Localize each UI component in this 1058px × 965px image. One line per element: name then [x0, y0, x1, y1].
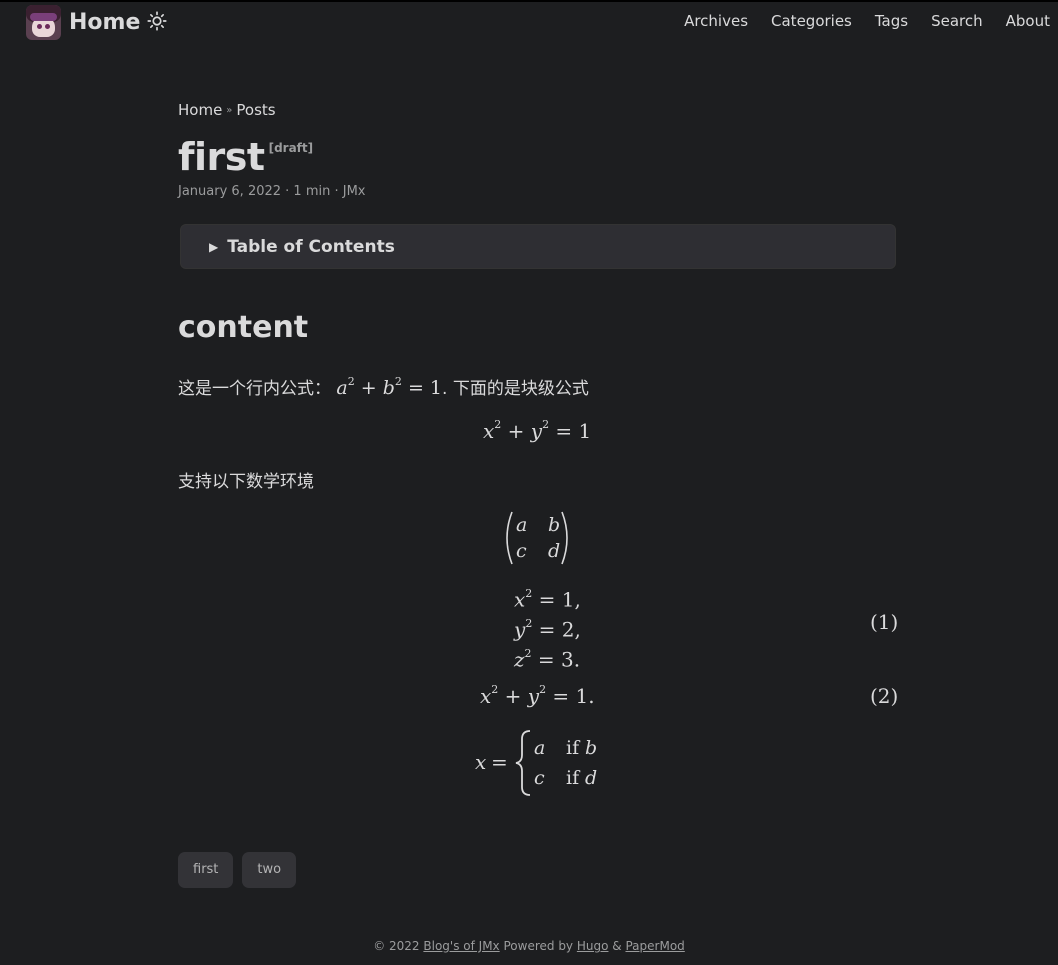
- content-heading: content: [178, 310, 309, 345]
- svg-text:b: b: [548, 514, 560, 536]
- svg-text:a: a: [516, 514, 527, 536]
- equation-number-1: (1): [870, 610, 899, 634]
- logo-text: Home: [69, 9, 141, 35]
- svg-text:=: =: [491, 750, 508, 774]
- site-footer: © 2022 Blog's of JMx Powered by Hugo & P…: [0, 939, 1058, 953]
- footer-copyright: © 2022: [373, 939, 420, 953]
- footer-blog-link[interactable]: Blog's of JMx: [423, 939, 499, 953]
- para1-prefix: 这是一个行内公式：: [178, 379, 331, 399]
- svg-text:d: d: [585, 767, 597, 789]
- breadcrumb-home[interactable]: Home: [178, 101, 222, 119]
- para1-suffix: . 下面的是块级公式: [442, 379, 589, 399]
- math-envs-paragraph: 支持以下数学环境: [178, 472, 314, 492]
- svg-text:if: if: [566, 737, 581, 759]
- post-title-text: first: [178, 135, 265, 179]
- inline-formula-paragraph: 这是一个行内公式： a2 + b2 = 1. 下面的是块级公式: [178, 374, 589, 399]
- svg-text:if: if: [566, 767, 581, 789]
- menu-item-categories[interactable]: Categories: [771, 12, 852, 30]
- breadcrumb-posts[interactable]: Posts: [236, 101, 275, 119]
- table-of-contents-toggle[interactable]: ▶ Table of Contents: [180, 224, 896, 269]
- equation-number-2: (2): [870, 684, 899, 708]
- tag-first[interactable]: first: [178, 852, 234, 888]
- svg-text:b: b: [585, 737, 597, 759]
- svg-text:c: c: [516, 540, 527, 562]
- svg-text:c: c: [534, 767, 545, 789]
- footer-papermod-link[interactable]: PaperMod: [625, 939, 684, 953]
- toc-label: Table of Contents: [227, 236, 395, 257]
- breadcrumb-separator: »: [226, 105, 233, 116]
- main-menu: Archives Categories Tags Search About: [661, 12, 1050, 30]
- triangle-right-icon: ▶: [209, 239, 219, 254]
- sun-icon[interactable]: [147, 11, 167, 31]
- block-math-gather: x2 = 1, y2 = 2, z2 = 3.: [514, 587, 581, 672]
- svg-text:x: x: [475, 750, 486, 774]
- draft-badge: [draft]: [268, 141, 314, 155]
- menu-item-archives[interactable]: Archives: [684, 12, 748, 30]
- svg-text:d: d: [548, 540, 560, 562]
- block-math-equation: x2 + y2 = 1.: [480, 683, 595, 708]
- svg-text:a: a: [534, 737, 545, 759]
- tag-two[interactable]: two: [242, 852, 297, 888]
- block-math-matrix: a b c d: [500, 508, 574, 573]
- site-header: Home Archives Categories Tags Search Abo…: [0, 0, 1058, 44]
- post-tags: first two: [178, 852, 305, 888]
- block-math-cases: x = a if b c if d: [474, 727, 604, 804]
- home-logo-link[interactable]: Home: [26, 4, 140, 40]
- breadcrumb: Home » Posts: [178, 101, 276, 119]
- page-title: first [draft]: [178, 135, 313, 179]
- footer-powered-by: Powered by: [503, 939, 574, 953]
- avatar: [26, 4, 61, 40]
- block-math-circle: x2 + y2 = 1: [483, 418, 592, 443]
- footer-hugo-link[interactable]: Hugo: [577, 939, 609, 953]
- menu-item-search[interactable]: Search: [931, 12, 983, 30]
- menu-item-about[interactable]: About: [1006, 12, 1050, 30]
- menu-item-tags[interactable]: Tags: [875, 12, 908, 30]
- post-meta: January 6, 2022 · 1 min · JMx: [178, 184, 366, 199]
- footer-amp: &: [612, 939, 622, 953]
- inline-math-formula: a2 + b2 = 1: [336, 374, 443, 399]
